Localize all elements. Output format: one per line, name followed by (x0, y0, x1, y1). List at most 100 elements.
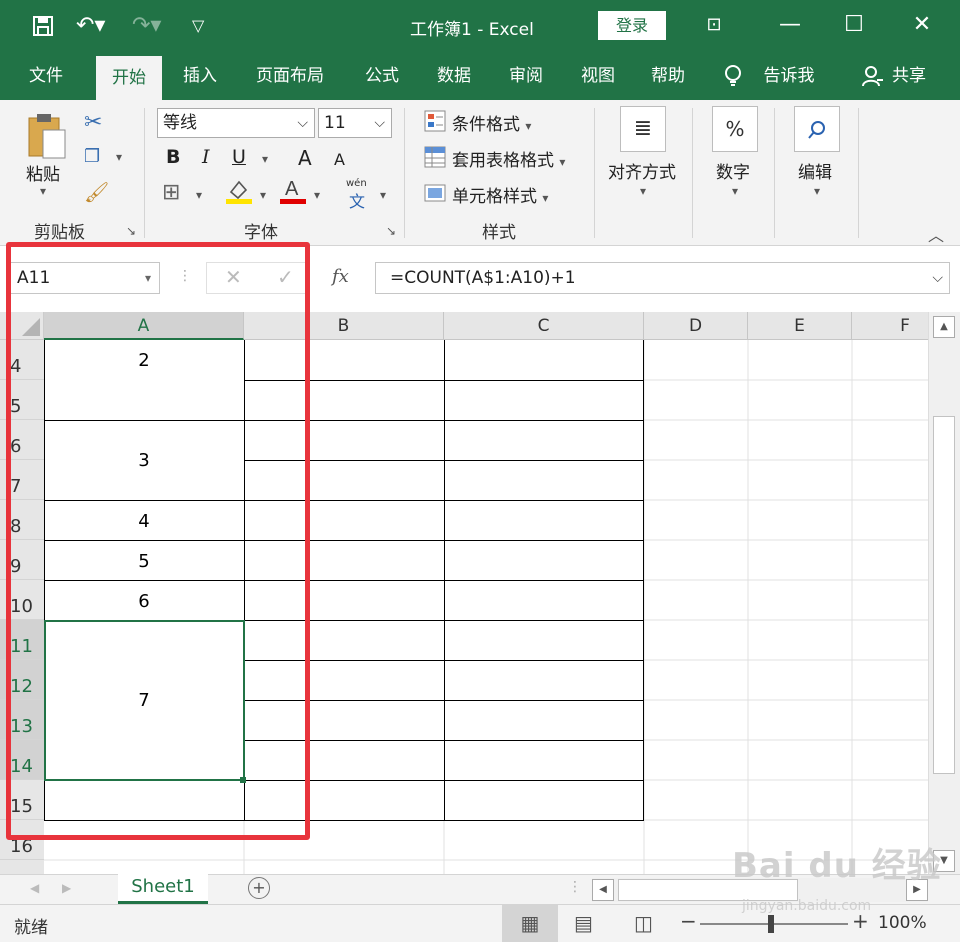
sheet-tab-sheet1[interactable]: Sheet1 (118, 874, 208, 904)
row-header-16[interactable]: 16 (0, 820, 44, 860)
tab-page-layout[interactable]: 页面布局 (244, 52, 336, 100)
paste-dropdown-icon[interactable]: ▾ (40, 184, 46, 198)
tab-view[interactable]: 视图 (566, 52, 630, 100)
tab-help[interactable]: 帮助 (636, 52, 700, 100)
row-header-12[interactable]: 12 (0, 660, 44, 700)
align-icon[interactable]: ≣ (620, 106, 666, 152)
tab-formulas[interactable]: 公式 (350, 52, 414, 100)
page-layout-view-icon[interactable]: ▤ (574, 911, 593, 935)
shrink-font-button[interactable]: A (334, 150, 345, 169)
zoom-level[interactable]: 100% (878, 913, 927, 933)
alignment-button[interactable]: 对齐方式 (608, 158, 676, 183)
row-header-4[interactable]: 4 (0, 340, 44, 380)
scroll-thumb[interactable] (933, 416, 955, 774)
chevron-down-icon[interactable]: ⌵ (297, 109, 308, 137)
formula-input[interactable]: =COUNT(A$1:A10)+1 ⌵ (375, 262, 950, 294)
conditional-formatting-button[interactable]: 条件格式 ▾ (452, 110, 531, 135)
cell-styles-button[interactable]: 单元格样式 ▾ (452, 182, 548, 207)
formula-bar-grip-icon[interactable]: ⋮ (178, 268, 192, 284)
font-launcher-icon[interactable]: ↘ (386, 224, 396, 238)
underline-dropdown-icon[interactable]: ▾ (262, 152, 268, 166)
minimize-icon[interactable]: — (770, 8, 810, 42)
row-header-5[interactable]: 5 (0, 380, 44, 420)
italic-button[interactable]: I (202, 146, 210, 168)
phonetic-dropdown-icon[interactable]: ▾ (380, 188, 386, 202)
tab-data[interactable]: 数据 (422, 52, 486, 100)
cell-a6[interactable]: 3 (44, 450, 244, 471)
maximize-icon[interactable]: ☐ (834, 8, 874, 42)
row-header-7[interactable]: 7 (0, 460, 44, 500)
chevron-down-icon[interactable]: ⌵ (374, 109, 385, 137)
copy-icon[interactable]: ❐ (84, 146, 100, 167)
zoom-slider-thumb[interactable] (768, 915, 774, 933)
row-header-6[interactable]: 6 (0, 420, 44, 460)
clipboard-launcher-icon[interactable]: ↘ (126, 224, 136, 238)
copy-dropdown-icon[interactable]: ▾ (116, 150, 122, 164)
page-break-view-icon[interactable]: ◫ (634, 911, 653, 935)
customize-toolbar-icon[interactable]: ▽ (192, 12, 204, 40)
undo-icon[interactable]: ↶▾ (76, 12, 105, 40)
row-header-10[interactable]: 10 (0, 580, 44, 620)
row-header-13[interactable]: 13 (0, 700, 44, 740)
vertical-scrollbar[interactable]: ▲ ▼ (928, 312, 960, 874)
borders-icon[interactable]: ⊞ (162, 180, 180, 205)
cell-a9[interactable]: 5 (44, 551, 244, 572)
next-sheet-icon[interactable]: ▶ (62, 881, 71, 895)
paste-label[interactable]: 粘贴 (26, 160, 60, 185)
borders-dropdown-icon[interactable]: ▾ (196, 188, 202, 202)
normal-view-icon[interactable]: ▦ (502, 905, 558, 942)
row-header-15[interactable]: 15 (0, 780, 44, 820)
collapse-ribbon-icon[interactable]: ︿ (928, 222, 944, 246)
tab-review[interactable]: 审阅 (494, 52, 558, 100)
login-button[interactable]: 登录 (598, 11, 666, 40)
font-name-combo[interactable]: 等线 ⌵ (157, 108, 315, 138)
percent-icon[interactable]: % (712, 106, 758, 152)
ribbon-display-options-icon[interactable]: ⊡ (694, 8, 734, 42)
add-sheet-icon[interactable]: + (248, 877, 270, 899)
font-color-icon[interactable]: A (280, 176, 306, 209)
format-painter-icon[interactable]: 🖌 (84, 180, 109, 204)
name-box[interactable]: A11 ▾ (8, 262, 160, 294)
font-color-dropdown-icon[interactable]: ▾ (314, 188, 320, 202)
tab-file[interactable]: 文件 (14, 52, 78, 100)
phonetic-guide-icon[interactable]: 文 (349, 188, 365, 212)
row-header-8[interactable]: 8 (0, 500, 44, 540)
row-header-17[interactable]: 17 (0, 860, 44, 874)
enter-icon[interactable]: ✓ (277, 265, 294, 289)
font-size-combo[interactable]: 11 ⌵ (318, 108, 392, 138)
editing-button[interactable]: 编辑 (798, 158, 832, 183)
share-button[interactable]: 共享 (886, 52, 932, 100)
tab-insert[interactable]: 插入 (168, 52, 232, 100)
search-icon[interactable] (794, 106, 840, 152)
chevron-down-icon[interactable]: ▾ (732, 184, 738, 198)
chevron-down-icon[interactable]: ▾ (814, 184, 820, 198)
cell-a8[interactable]: 4 (44, 511, 244, 532)
format-as-table-button[interactable]: 套用表格格式 ▾ (452, 146, 565, 171)
row-header-14[interactable]: 14 (0, 740, 44, 780)
underline-button[interactable]: U (232, 146, 246, 168)
close-icon[interactable]: ✕ (902, 8, 942, 42)
fill-color-icon[interactable] (226, 178, 252, 209)
bold-button[interactable]: B (166, 146, 180, 168)
tab-split-grip-icon[interactable]: ⋮ (568, 879, 582, 895)
zoom-out-icon[interactable]: − (680, 909, 697, 933)
chevron-down-icon[interactable]: ▾ (640, 184, 646, 198)
save-icon[interactable] (32, 12, 54, 45)
cell-a4[interactable]: 2 (44, 350, 244, 371)
fill-color-dropdown-icon[interactable]: ▾ (260, 188, 266, 202)
scroll-left-icon[interactable]: ◀ (592, 879, 614, 901)
chevron-down-icon[interactable]: ▾ (145, 263, 151, 293)
cell-a11[interactable]: 7 (44, 690, 244, 711)
number-button[interactable]: 数字 (716, 158, 750, 183)
scroll-up-icon[interactable]: ▲ (933, 316, 955, 338)
prev-sheet-icon[interactable]: ◀ (30, 881, 39, 895)
tab-home[interactable]: 开始 (96, 56, 162, 100)
grow-font-button[interactable]: A (298, 146, 312, 170)
cell-a10[interactable]: 6 (44, 591, 244, 612)
worksheet-grid[interactable]: A B C D E F 4 5 6 7 8 9 10 11 12 13 14 1… (0, 312, 928, 874)
zoom-slider-track[interactable] (700, 923, 848, 925)
cancel-icon[interactable]: ✕ (225, 265, 242, 289)
insert-function-button[interactable]: fx (332, 266, 349, 287)
cut-icon[interactable]: ✂ (84, 110, 102, 135)
expand-formula-bar-icon[interactable]: ⌵ (932, 263, 943, 293)
